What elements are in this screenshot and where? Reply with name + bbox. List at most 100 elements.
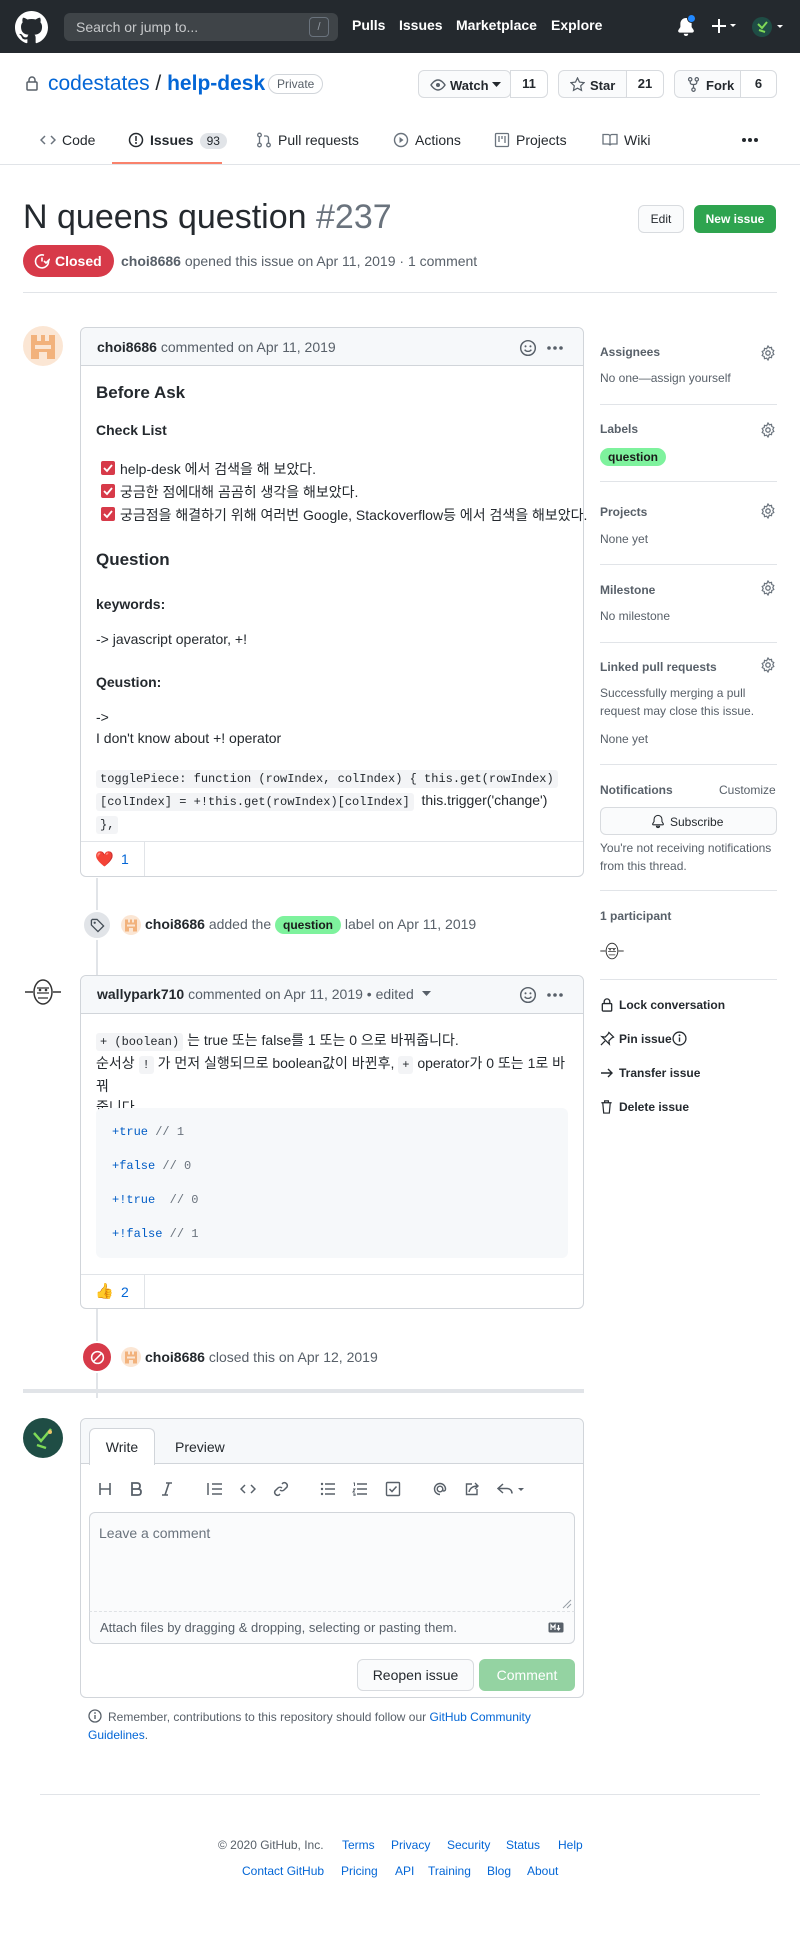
gear-icon[interactable] — [760, 345, 776, 361]
gear-icon[interactable] — [760, 503, 776, 519]
info-icon[interactable] — [672, 1031, 687, 1046]
reopen-issue-button[interactable]: Reopen issue — [357, 1659, 474, 1691]
heart-count: 1 — [121, 851, 129, 867]
customize-link[interactable]: Customize — [719, 783, 776, 797]
footer-security[interactable]: Security — [447, 1838, 490, 1852]
nav-issues[interactable]: Issues — [399, 17, 443, 33]
quote-icon[interactable] — [207, 1482, 223, 1496]
star-button[interactable]: Star — [558, 70, 631, 98]
assignees-value[interactable]: No one—assign yourself — [600, 371, 731, 385]
footer-privacy[interactable]: Privacy — [391, 1838, 430, 1852]
issue-author-link[interactable]: choi8686 — [121, 253, 181, 269]
heart-reaction[interactable]: ❤️ 1 — [81, 842, 145, 876]
gear-icon[interactable] — [760, 580, 776, 596]
smiley-icon[interactable] — [519, 986, 537, 1004]
thumbsup-reaction[interactable]: 👍 2 — [81, 1275, 145, 1308]
issue-opened-icon — [128, 132, 144, 148]
subscribe-button[interactable]: Subscribe — [600, 807, 777, 835]
tab-write[interactable]: Write — [89, 1428, 155, 1465]
new-issue-button[interactable]: New issue — [694, 205, 776, 233]
comment-button[interactable]: Comment — [479, 1659, 575, 1691]
task-list-icon[interactable] — [385, 1481, 401, 1497]
smiley-icon[interactable] — [519, 339, 537, 357]
plus-icon[interactable] — [711, 18, 737, 34]
tab-actions[interactable]: Actions — [393, 132, 461, 148]
event-author[interactable]: choi8686 — [145, 916, 205, 932]
choi8686-avatar-small[interactable] — [121, 1347, 141, 1367]
footer-blog[interactable]: Blog — [487, 1864, 511, 1878]
tab-issues[interactable]: Issues 93 — [128, 132, 227, 149]
sidebar-label-question[interactable]: question — [600, 448, 666, 466]
bold-icon[interactable] — [130, 1482, 142, 1496]
markdown-icon[interactable] — [548, 1622, 564, 1633]
resize-handle-icon[interactable] — [562, 1599, 572, 1609]
tab-pull-requests[interactable]: Pull requests — [256, 132, 359, 148]
ordered-list-icon[interactable] — [352, 1482, 368, 1496]
cross-reference-icon[interactable] — [464, 1481, 480, 1497]
tab-preview[interactable]: Preview — [175, 1439, 225, 1455]
comment-2-author[interactable]: wallypark710 — [97, 986, 184, 1002]
projects-heading[interactable]: Projects — [600, 505, 647, 519]
comment-1-author[interactable]: choi8686 — [97, 339, 157, 355]
repo-owner-link[interactable]: codestates — [48, 72, 150, 95]
footer-about[interactable]: About — [527, 1864, 558, 1878]
user-avatar[interactable] — [752, 16, 784, 38]
code-icon[interactable] — [240, 1482, 256, 1496]
choi8686-avatar-small[interactable] — [121, 915, 141, 935]
reply-icon[interactable] — [497, 1482, 525, 1496]
milestone-heading[interactable]: Milestone — [600, 583, 655, 597]
footer-api[interactable]: API — [395, 1864, 414, 1878]
edit-button[interactable]: Edit — [638, 205, 684, 233]
footer-contact[interactable]: Contact GitHub — [242, 1864, 324, 1878]
assignees-heading[interactable]: Assignees — [600, 345, 660, 359]
footer-pricing[interactable]: Pricing — [341, 1864, 378, 1878]
gear-icon[interactable] — [760, 657, 776, 673]
play-icon — [393, 132, 409, 148]
footer-training[interactable]: Training — [428, 1864, 471, 1878]
italic-icon[interactable] — [161, 1482, 173, 1496]
comment-textarea[interactable]: Leave a comment — [89, 1512, 575, 1612]
chevron-down-icon[interactable] — [421, 991, 431, 997]
closed-event-desc: closed this on Apr 12, 2019 — [208, 1349, 378, 1365]
linked-prs-heading[interactable]: Linked pull requests — [600, 660, 717, 674]
mention-icon[interactable] — [432, 1481, 448, 1497]
current-user-avatar[interactable] — [23, 1418, 63, 1458]
attach-bar[interactable]: Attach files by dragging & dropping, sel… — [89, 1612, 575, 1644]
star-count[interactable]: 21 — [626, 70, 664, 98]
nav-marketplace[interactable]: Marketplace — [456, 17, 537, 33]
tab-actions-label: Actions — [415, 132, 461, 148]
repo-name-link[interactable]: help-desk — [167, 72, 265, 95]
notification-dot — [687, 14, 696, 23]
watch-button[interactable]: Watch — [418, 70, 511, 98]
labels-heading[interactable]: Labels — [600, 422, 638, 436]
tag-icon — [90, 918, 105, 933]
kebab-horizontal-icon[interactable] — [546, 992, 564, 998]
tab-projects[interactable]: Projects — [494, 132, 567, 148]
unordered-list-icon[interactable] — [320, 1482, 336, 1496]
sidebar-divider — [600, 642, 777, 643]
choi8686-avatar[interactable] — [23, 326, 63, 366]
event-label-question[interactable]: question — [275, 916, 342, 934]
comment-1-action[interactable]: commented on Apr 11, 2019 — [161, 339, 336, 355]
participant-avatar[interactable] — [599, 938, 625, 964]
wallypark710-avatar[interactable] — [23, 972, 63, 1012]
footer-status[interactable]: Status — [506, 1838, 540, 1852]
nav-pulls[interactable]: Pulls — [352, 17, 385, 33]
footer-help[interactable]: Help — [558, 1838, 583, 1852]
fork-count[interactable]: 6 — [740, 70, 777, 98]
tab-code[interactable]: Code — [40, 132, 95, 148]
fork-button[interactable]: Fork — [674, 70, 750, 98]
watch-count[interactable]: 11 — [510, 70, 548, 98]
github-logo-icon[interactable] — [15, 11, 48, 44]
footer-terms[interactable]: Terms — [342, 1838, 375, 1852]
kebab-horizontal-icon[interactable] — [741, 137, 759, 143]
comment-2-action[interactable]: commented on Apr 11, 2019 • edited — [188, 986, 414, 1002]
search-input[interactable]: Search or jump to... — [64, 13, 338, 41]
gear-icon[interactable] — [760, 422, 776, 438]
kebab-horizontal-icon[interactable] — [546, 345, 564, 351]
tab-wiki[interactable]: Wiki — [602, 132, 650, 148]
heading-icon[interactable] — [98, 1482, 112, 1496]
link-icon[interactable] — [273, 1481, 289, 1497]
nav-explore[interactable]: Explore — [551, 17, 602, 33]
closed-event-author[interactable]: choi8686 — [145, 1349, 205, 1365]
